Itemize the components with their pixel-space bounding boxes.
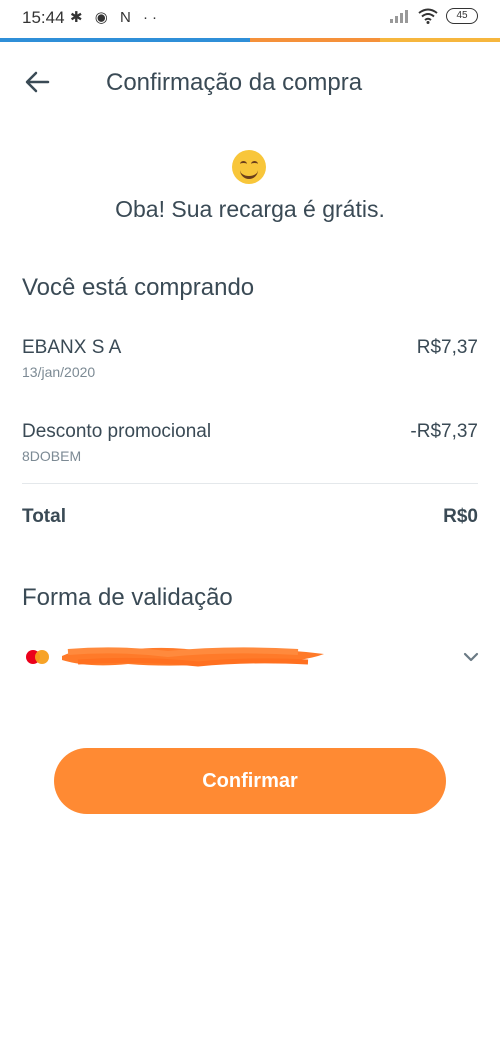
battery-indicator: 45 (446, 8, 478, 24)
back-button[interactable] (22, 67, 52, 97)
wifi-icon (418, 8, 438, 24)
arrow-left-icon (25, 71, 50, 93)
brand-color-strip (0, 38, 500, 42)
payment-method-selector[interactable] (22, 636, 482, 680)
status-bar: 15:44 ✱ ◉ N ·· 45 (0, 0, 500, 38)
system-status-icons: 45 (390, 8, 478, 24)
smiling-face-icon (232, 150, 266, 184)
signal-icon (390, 10, 408, 23)
free-recharge-message: Oba! Sua recarga é grátis. (115, 196, 385, 222)
redacted-card-number (62, 647, 324, 667)
page-title: Confirmação da compra (106, 69, 363, 96)
item-value: R$7,37 (416, 337, 478, 358)
divider (22, 483, 478, 484)
mastercard-icon (26, 650, 52, 664)
total-value: R$0 (443, 506, 478, 527)
discount-value: -R$7,37 (410, 421, 478, 442)
discount-label: Desconto promocional (22, 421, 212, 442)
app-header: Confirmação da compra (0, 55, 500, 111)
status-time: 15:44 (22, 8, 65, 27)
total-label: Total (22, 506, 66, 527)
confirm-button[interactable]: Confirmar (54, 748, 446, 814)
discount-code: 8DOBEM (22, 448, 82, 464)
item-date: 13/jan/2020 (22, 364, 96, 380)
validation-section-title: Forma de validação (22, 584, 233, 611)
notification-icons: ✱ ◉ N ·· (70, 9, 161, 26)
item-label: EBANX S A (22, 337, 122, 358)
purchase-section-title: Você está comprando (22, 274, 255, 301)
chevron-down-icon (463, 652, 479, 662)
